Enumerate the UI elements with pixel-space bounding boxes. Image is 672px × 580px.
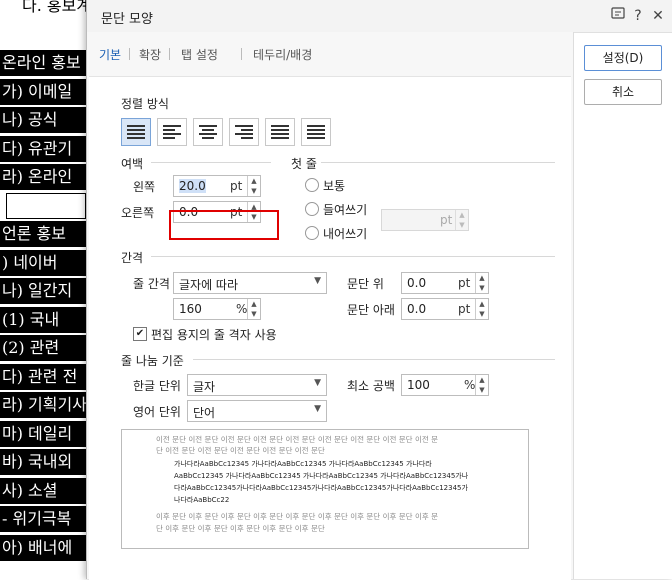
settings-panel: 기본 확장 탭 설정 테두리/배경 정렬 방식 여백 왼쪽 20.0 pt ▲ … <box>87 32 574 580</box>
document-line: 가) 이메일 <box>0 78 90 105</box>
align-right-button[interactable] <box>229 118 259 146</box>
dialog-title: 문단 모양 <box>101 12 153 27</box>
line-break-section-label: 줄 나눔 기준 <box>121 354 184 368</box>
line-spacing-value-input[interactable]: 160 % ▲ ▼ <box>173 298 261 320</box>
highlight-box <box>169 210 279 240</box>
document-line: 다) 관련 전 <box>0 363 90 390</box>
spacing-above-label: 문단 위 <box>347 277 384 291</box>
preview-current-text: 나다라AaBbCc22 <box>174 496 230 504</box>
preview-next-text: 단 이후 문단 이후 문단 이후 문단 이후 문단 이후 문단 <box>156 524 325 533</box>
document-line: (1) 국내 <box>0 306 90 333</box>
cancel-button[interactable]: 취소 <box>584 79 662 105</box>
document-line: 라) 기획기사 <box>0 392 90 418</box>
korean-unit-select[interactable]: 글자 ▼ <box>187 374 327 396</box>
first-line-normal-label: 보통 <box>323 179 346 193</box>
divider <box>321 162 555 163</box>
first-line-section-label: 첫 줄 <box>291 157 317 171</box>
tab-divider <box>169 48 170 60</box>
document-line: 라) 온라인 <box>0 164 90 190</box>
preview-next-text: 이후 문단 이후 문단 이후 문단 이후 문단 이후 문단 이후 문단 이후 문… <box>156 512 439 521</box>
preview-prev-text: 단 이전 문단 이전 문단 이전 문단 이전 문단 이전 문단 <box>156 446 325 455</box>
spacing-section-label: 간격 <box>121 251 144 265</box>
document-line <box>6 192 86 219</box>
document-line: 언론 홍보 <box>0 221 90 247</box>
divider <box>193 359 555 360</box>
paragraph-shape-dialog: 문단 모양 ? ✕ 기본 확장 탭 설정 테두리/배경 정렬 방식 여백 왼쪽 … <box>86 0 672 580</box>
tab-tab-settings[interactable]: 탭 설정 <box>181 46 218 63</box>
first-line-hanging-label: 내어쓰기 <box>323 227 368 241</box>
first-line-hanging-radio[interactable] <box>305 226 319 240</box>
basic-tab-content: 정렬 방식 여백 왼쪽 20.0 pt ▲ ▼ 오른쪽 0.0 pt ▲ ▼ 첫… <box>89 76 571 580</box>
align-left-button[interactable] <box>157 118 187 146</box>
grid-checkbox[interactable]: ✔ <box>133 327 147 341</box>
line-spacing-spinner[interactable]: ▲ ▼ <box>247 299 260 319</box>
tab-extended[interactable]: 확장 <box>139 46 161 63</box>
align-justify-button[interactable] <box>121 118 151 146</box>
preview-current-text: AaBbCc12345 가나다라AaBbCc12345 가나다라AaBbCc12… <box>174 472 469 480</box>
document-line: 나) 일간지 <box>0 278 90 304</box>
spacing-above-spinner[interactable]: ▲ ▼ <box>475 273 488 293</box>
align-divide-button[interactable] <box>301 118 331 146</box>
preview-current-text: 가나다라AaBbCc12345 가나다라AaBbCc12345 가나다라AaBb… <box>174 460 432 468</box>
tab-bar: 기본 확장 탭 설정 테두리/배경 <box>87 32 573 72</box>
right-margin-label: 오른쪽 <box>121 206 155 220</box>
document-line: 다) 유관기 <box>0 135 90 162</box>
document-line: 마) 데일리 <box>0 420 90 447</box>
help-icon[interactable] <box>609 7 627 25</box>
divider <box>151 256 555 257</box>
min-space-input[interactable]: 100 % ▲ ▼ <box>401 374 489 396</box>
spacing-below-spinner[interactable]: ▲ ▼ <box>475 299 488 319</box>
korean-unit-label: 한글 단위 <box>133 379 181 393</box>
chevron-down-icon: ▼ <box>314 276 321 286</box>
first-line-indent-radio[interactable] <box>305 202 319 216</box>
preview-box: 이전 문단 이전 문단 이전 문단 이전 문단 이전 문단 이전 문단 이전 문… <box>121 429 529 549</box>
line-spacing-label: 줄 간격 <box>133 277 170 291</box>
spacing-below-label: 문단 아래 <box>347 303 395 317</box>
document-line: 온라인 홍보 <box>0 50 90 76</box>
close-icon[interactable]: ✕ <box>649 7 667 25</box>
first-line-indent-label: 들여쓰기 <box>323 203 368 217</box>
spacing-above-input[interactable]: 0.0 pt ▲ ▼ <box>401 272 489 294</box>
min-space-spinner[interactable]: ▲ ▼ <box>475 375 488 395</box>
document-line: 사) 소셜 <box>0 477 90 504</box>
document-line: ) 네이버 <box>0 249 90 276</box>
line-spacing-type-select[interactable]: 글자에 따라 ▼ <box>173 272 327 294</box>
preview-current-text: 다라AaBbCc12345가나다라AaBbCc12345가나다라AaBbCc12… <box>174 484 468 492</box>
min-space-label: 최소 공백 <box>347 379 395 393</box>
first-line-indent-input[interactable]: pt ▲ ▼ <box>381 209 469 231</box>
margin-section-label: 여백 <box>121 157 144 171</box>
left-margin-spinner[interactable]: ▲ ▼ <box>247 176 260 196</box>
alignment-label: 정렬 방식 <box>121 97 169 111</box>
tab-divider <box>241 48 242 60</box>
grid-checkbox-label: 편집 용지의 줄 격자 사용 <box>151 328 277 342</box>
document-line: 아) 배너에 <box>0 534 90 561</box>
first-line-normal-radio[interactable] <box>305 178 319 192</box>
align-distribute-button[interactable] <box>265 118 295 146</box>
document-line: - 위기극복 <box>0 506 90 532</box>
english-unit-select[interactable]: 단어 ▼ <box>187 400 327 422</box>
dialog-titlebar: 문단 모양 ? ✕ <box>87 0 672 33</box>
left-margin-input[interactable]: 20.0 pt ▲ ▼ <box>173 175 261 197</box>
document-line: (2) 관련 <box>0 335 90 361</box>
tab-basic[interactable]: 기본 <box>99 46 121 63</box>
spacing-below-input[interactable]: 0.0 pt ▲ ▼ <box>401 298 489 320</box>
align-center-button[interactable] <box>193 118 223 146</box>
document-line: 나) 공식 <box>0 107 90 133</box>
preview-prev-text: 이전 문단 이전 문단 이전 문단 이전 문단 이전 문단 이전 문단 이전 문… <box>156 435 439 444</box>
question-icon[interactable]: ? <box>629 7 647 25</box>
chevron-down-icon: ▼ <box>314 378 321 388</box>
tab-border-background[interactable]: 테두리/배경 <box>253 46 312 63</box>
document-line: 바) 국내외 <box>0 449 90 475</box>
tab-divider <box>129 48 130 60</box>
first-line-spinner[interactable]: ▲ ▼ <box>455 210 468 230</box>
left-margin-label: 왼쪽 <box>133 180 156 194</box>
ok-button[interactable]: 설정(D) <box>584 45 662 71</box>
english-unit-label: 영어 단위 <box>133 405 181 419</box>
chevron-down-icon: ▼ <box>314 404 321 414</box>
divider <box>151 162 271 163</box>
